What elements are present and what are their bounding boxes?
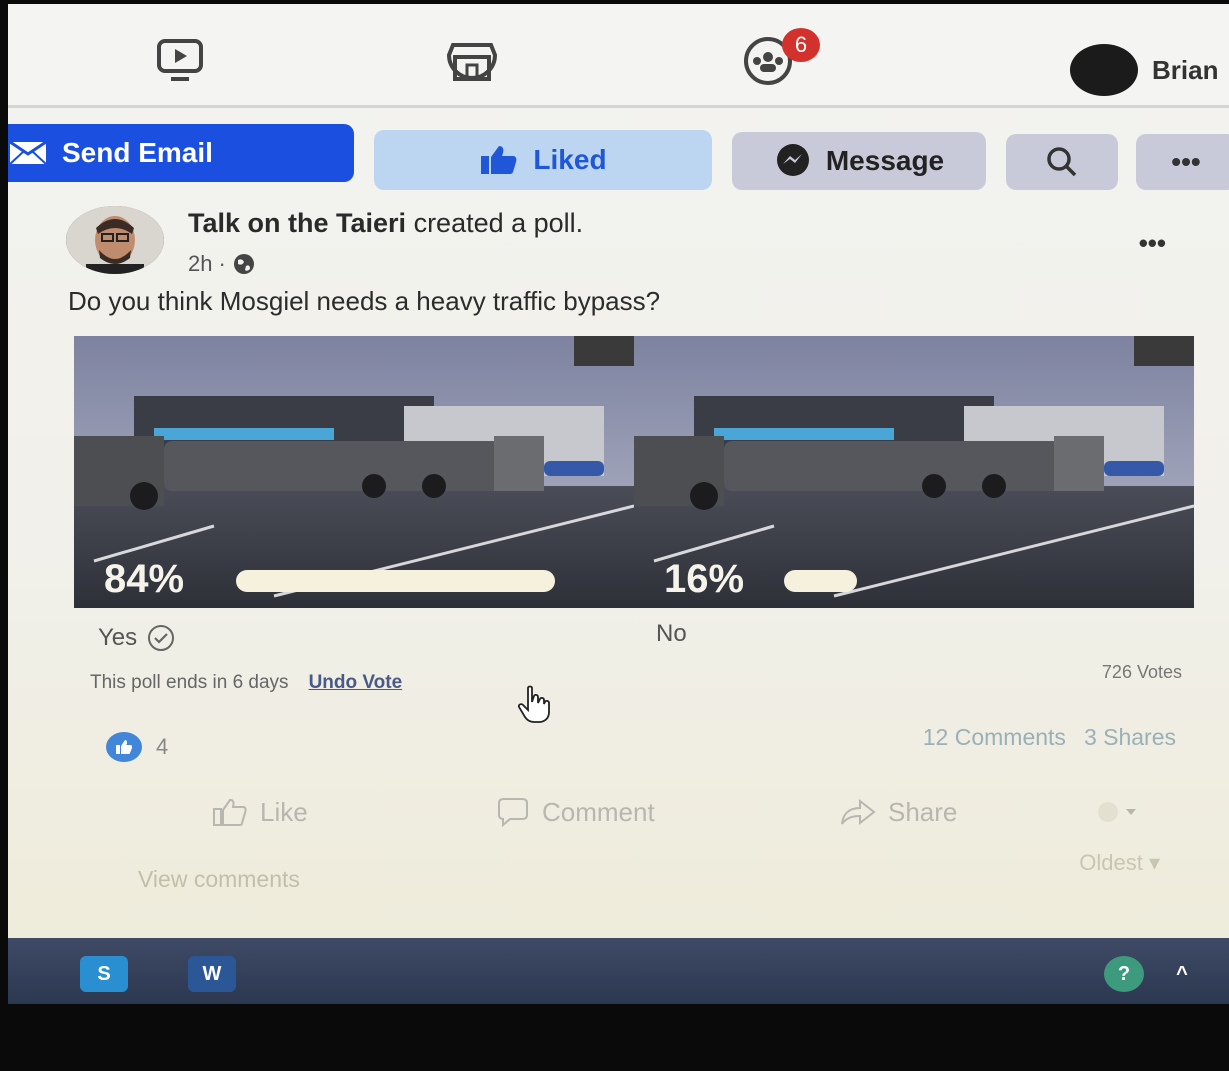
more-options-button[interactable]: ••• [1136, 134, 1229, 190]
avatar-dropdown-icon [1098, 802, 1136, 822]
post-options-button[interactable]: ••• [1139, 228, 1166, 259]
post-action-bar: Like Comment Share [206, 784, 1166, 840]
post-author-line: Talk on the Taieri created a poll. [188, 208, 583, 239]
watch-icon[interactable] [148, 32, 212, 88]
message-button[interactable]: Message [732, 132, 986, 190]
poll-option-no-image[interactable]: 16% [634, 336, 1194, 608]
page-action-bar: Send Email Liked Message ••• [8, 120, 1229, 196]
search-icon [1047, 147, 1077, 177]
comment-label: Comment [542, 796, 655, 827]
meta-separator: · [218, 251, 226, 276]
messenger-icon [776, 144, 809, 176]
search-button[interactable] [1006, 134, 1118, 190]
post-action-text: created a poll. [413, 208, 584, 238]
like-reaction-icon [106, 732, 142, 762]
check-circle-icon [148, 625, 175, 651]
like-label: Like [260, 796, 308, 827]
groups-icon[interactable]: 6 [736, 28, 820, 88]
top-navigation: 6 Brian [8, 4, 1229, 108]
send-email-label: Send Email [62, 137, 213, 168]
no-label: No [656, 620, 687, 647]
post-meta: 2h · [188, 251, 583, 277]
poll-status: This poll ends in 6 days Undo Vote [90, 672, 402, 694]
send-email-button[interactable]: Send Email [8, 124, 354, 182]
comments-count[interactable]: 12 Comments [923, 724, 1066, 751]
sort-label: Oldest [1079, 850, 1143, 875]
poll-option-yes-image[interactable]: 84% [74, 336, 634, 608]
no-result-bar [784, 570, 857, 592]
view-comments-link[interactable]: View comments [138, 866, 300, 893]
like-button[interactable]: Like [212, 797, 308, 828]
poll-options-images: 84% 16% [74, 336, 1194, 608]
comment-button[interactable]: Comment [496, 797, 655, 828]
share-arrow-icon [841, 798, 876, 826]
profile-shortcut[interactable]: Brian [1070, 44, 1218, 96]
reaction-selector-button[interactable] [1096, 800, 1136, 824]
reactions-summary[interactable]: 4 [106, 732, 168, 762]
profile-name: Brian [1152, 54, 1219, 85]
poll-option-no[interactable]: No [656, 620, 687, 648]
engagement-counts: 12 Comments 3 Shares [923, 724, 1176, 751]
undo-vote-link[interactable]: Undo Vote [309, 672, 403, 694]
liked-label: Liked [533, 144, 607, 175]
yes-result-bar [236, 570, 555, 592]
word-icon[interactable]: W [188, 956, 236, 992]
groups-notification-badge: 6 [782, 28, 820, 62]
more-dots-icon: ••• [1171, 146, 1201, 177]
message-label: Message [825, 145, 945, 176]
share-button[interactable]: Share [840, 797, 957, 828]
poll-question: Do you think Mosgiel needs a heavy traff… [68, 286, 661, 316]
windows-taskbar: S W ? ^ [8, 938, 1229, 1004]
author-name[interactable]: Talk on the Taieri [188, 208, 406, 238]
comment-sort-dropdown[interactable]: Oldest ▾ [1079, 850, 1160, 876]
poll-ends-text: This poll ends in 6 days [90, 672, 289, 693]
author-avatar[interactable] [66, 206, 164, 274]
thumbs-up-outline-icon [213, 798, 247, 826]
poll-post: Talk on the Taieri created a poll. 2h · … [26, 200, 1222, 936]
liked-button[interactable]: Liked [374, 130, 712, 190]
thumbs-up-icon [481, 146, 517, 174]
envelope-icon [9, 140, 47, 165]
poll-option-yes[interactable]: Yes [98, 624, 175, 652]
yes-label: Yes [98, 624, 138, 651]
post-time[interactable]: 2h [188, 251, 212, 277]
total-votes: 726 Votes [1101, 662, 1182, 682]
yes-percentage: 84% [104, 557, 185, 601]
avatar [1070, 44, 1138, 96]
skype-icon[interactable]: S [80, 956, 128, 992]
help-tray-icon[interactable]: ? [1104, 956, 1144, 992]
post-header: Talk on the Taieri created a poll. 2h · [188, 208, 583, 277]
browser-screen: 6 Brian Send Email Liked Message ••• Tal… [8, 4, 1229, 1004]
reactions-count: 4 [156, 734, 169, 759]
chevron-up-icon[interactable]: ^ [1158, 956, 1206, 992]
marketplace-icon[interactable] [440, 32, 504, 88]
no-percentage: 16% [664, 557, 745, 601]
hand-cursor-icon [517, 685, 550, 723]
chevron-down-icon: ▾ [1148, 850, 1160, 875]
globe-icon [233, 254, 254, 274]
shares-count[interactable]: 3 Shares [1084, 724, 1176, 751]
comment-icon [498, 798, 528, 827]
share-label: Share [888, 796, 958, 827]
